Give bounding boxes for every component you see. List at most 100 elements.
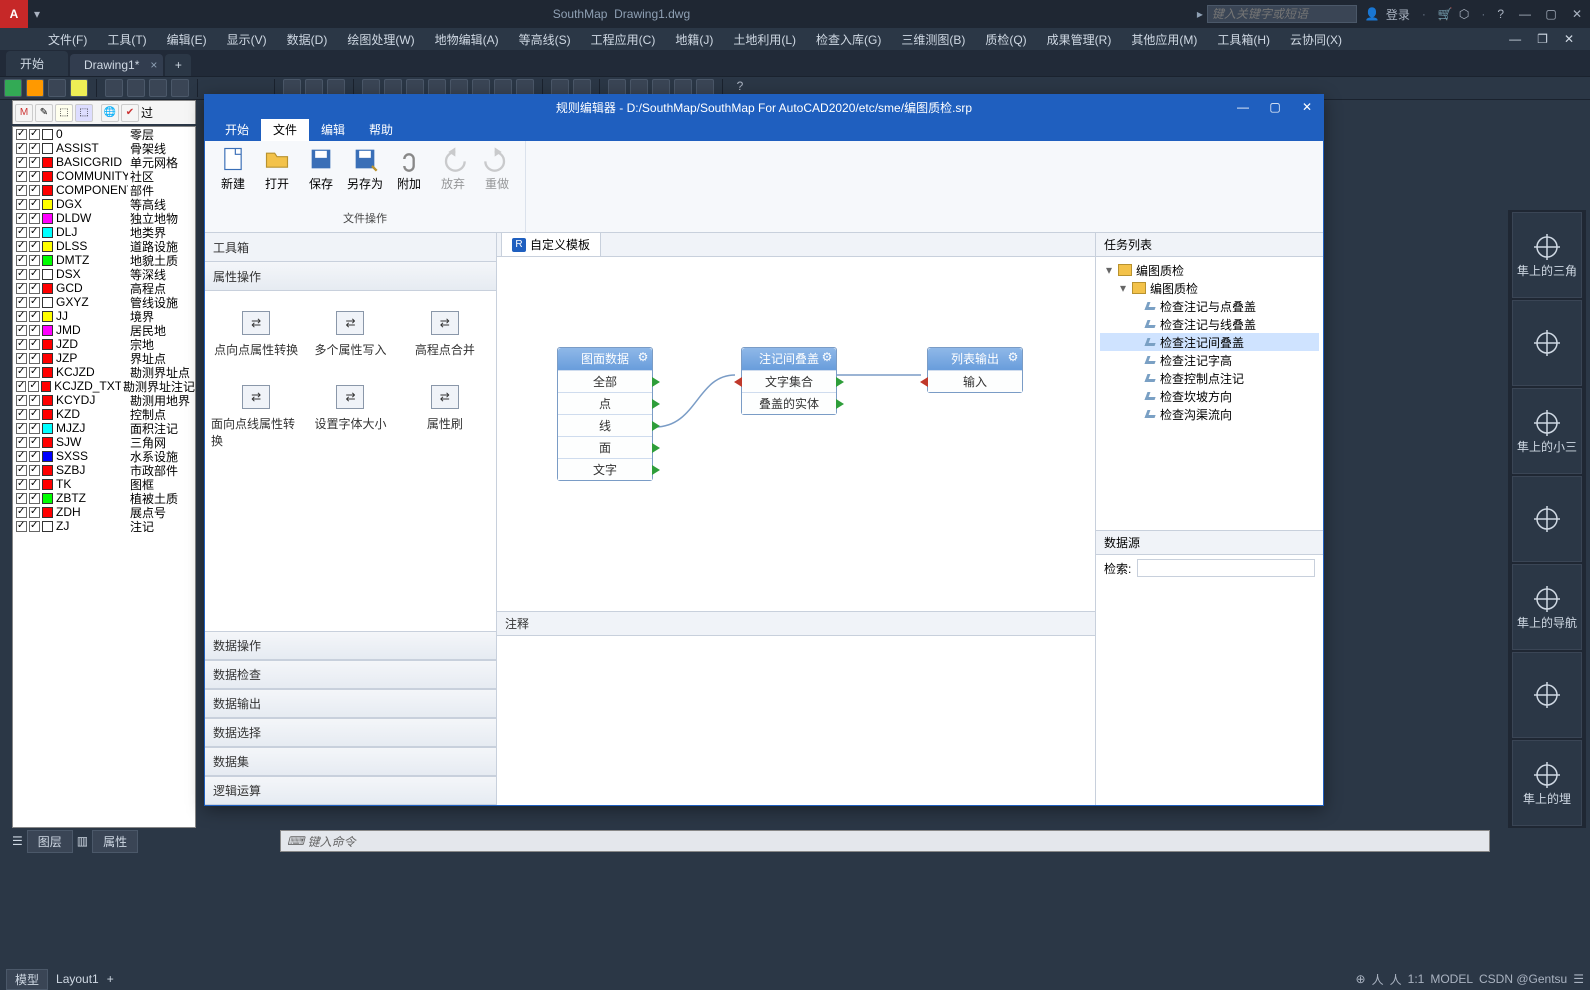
layer-visible-checkbox[interactable] xyxy=(16,241,27,252)
layer-color-swatch[interactable] xyxy=(42,521,53,532)
layer-lock-checkbox[interactable] xyxy=(29,465,40,476)
lp-icon[interactable]: ⬚ xyxy=(55,104,73,122)
new-tab-button[interactable]: + xyxy=(165,54,191,76)
file-tab[interactable]: Drawing1*× xyxy=(70,54,163,76)
tree-row[interactable]: 检查沟渠流向 xyxy=(1100,405,1319,423)
layer-row[interactable]: ZDH展点号 xyxy=(13,505,195,519)
layer-lock-checkbox[interactable] xyxy=(29,129,40,140)
datasource-search-input[interactable] xyxy=(1137,559,1315,577)
layer-visible-checkbox[interactable] xyxy=(16,213,27,224)
layer-visible-checkbox[interactable] xyxy=(16,171,27,182)
ribbon-button-新建[interactable]: 新建 xyxy=(213,145,253,192)
toolbox-accordion[interactable]: 数据集 xyxy=(205,747,496,776)
layer-lock-checkbox[interactable] xyxy=(29,493,40,504)
tree-row[interactable]: ▾编图质检 xyxy=(1100,261,1319,279)
layer-row[interactable]: DSX等深线 xyxy=(13,267,195,281)
doc-close-button[interactable]: ✕ xyxy=(1556,30,1582,48)
layer-lock-checkbox[interactable] xyxy=(29,521,40,532)
panel-tab-props[interactable]: 属性 xyxy=(92,830,138,853)
layer-color-swatch[interactable] xyxy=(42,423,53,434)
panel-tab-icon[interactable]: ☰ xyxy=(12,834,23,848)
layer-visible-checkbox[interactable] xyxy=(16,451,27,462)
menu-item[interactable]: 土地利用(L) xyxy=(725,29,804,50)
toolbox-item[interactable]: ⇄面向点线属性转换 xyxy=(211,385,301,455)
lp-icon[interactable]: 🌐 xyxy=(101,104,119,122)
layer-lock-checkbox[interactable] xyxy=(29,269,40,280)
layer-row[interactable]: BASICGRID单元网格 xyxy=(13,155,195,169)
layer-visible-checkbox[interactable] xyxy=(16,157,27,168)
layer-color-swatch[interactable] xyxy=(42,171,53,182)
tool-icon[interactable] xyxy=(105,79,123,97)
toolbox-item[interactable]: ⇄高程点合并 xyxy=(400,311,490,381)
layer-visible-checkbox[interactable] xyxy=(16,199,27,210)
layer-color-swatch[interactable] xyxy=(42,493,53,504)
side-tool-tile[interactable] xyxy=(1512,300,1582,386)
flow-canvas[interactable]: 图面数据⚙ 全部 点 线 面 文字 注记间叠盖⚙ 文字集合 叠盖的实体 列表输出… xyxy=(497,257,1095,611)
layer-visible-checkbox[interactable] xyxy=(16,465,27,476)
acad-search-input[interactable] xyxy=(1207,5,1357,23)
layer-color-swatch[interactable] xyxy=(42,353,53,364)
layer-color-swatch[interactable] xyxy=(42,451,53,462)
menu-item[interactable]: 地籍(J) xyxy=(667,29,721,50)
layer-lock-checkbox[interactable] xyxy=(29,227,40,238)
menu-item[interactable]: 成果管理(R) xyxy=(1039,29,1120,50)
tree-row[interactable]: 检查注记与线叠盖 xyxy=(1100,315,1319,333)
tree-row[interactable]: 检查坎坡方向 xyxy=(1100,387,1319,405)
toolbox-item[interactable]: ⇄点向点属性转换 xyxy=(211,311,301,381)
layer-visible-checkbox[interactable] xyxy=(16,311,27,322)
flow-node-process[interactable]: 注记间叠盖⚙ 文字集合 叠盖的实体 xyxy=(741,347,837,415)
layer-row[interactable]: DMTZ地貌土质 xyxy=(13,253,195,267)
layer-color-swatch[interactable] xyxy=(42,339,53,350)
tree-row[interactable]: 检查控制点注记 xyxy=(1100,369,1319,387)
layer-visible-checkbox[interactable] xyxy=(16,409,27,420)
dlg-maximize-button[interactable]: ▢ xyxy=(1259,95,1291,119)
dialog-titlebar[interactable]: 规则编辑器 - D:/SouthMap/SouthMap For AutoCAD… xyxy=(205,95,1323,119)
tool-icon[interactable] xyxy=(4,79,22,97)
layer-row[interactable]: JZD宗地 xyxy=(13,337,195,351)
layer-row[interactable]: SZBJ市政部件 xyxy=(13,463,195,477)
layer-lock-checkbox[interactable] xyxy=(29,353,40,364)
lp-icon[interactable]: ✎ xyxy=(35,104,53,122)
layer-lock-checkbox[interactable] xyxy=(29,437,40,448)
layer-color-swatch[interactable] xyxy=(42,227,53,238)
ribbon-button-另存为[interactable]: 另存为 xyxy=(345,145,385,192)
dlg-minimize-button[interactable]: — xyxy=(1227,95,1259,119)
layer-color-swatch[interactable] xyxy=(42,269,53,280)
layer-row[interactable]: 0零层 xyxy=(13,127,195,141)
status-item[interactable]: ☰ xyxy=(1573,972,1584,986)
close-tab-icon[interactable]: × xyxy=(150,58,157,72)
maximize-button[interactable]: ▢ xyxy=(1538,0,1564,28)
status-item[interactable]: 1:1 xyxy=(1408,972,1425,986)
task-tree[interactable]: ▾编图质检▾编图质检检查注记与点叠盖检查注记与线叠盖检查注记间叠盖检查注记字高检… xyxy=(1096,257,1323,530)
side-tool-tile[interactable] xyxy=(1512,652,1582,738)
canvas-tab[interactable]: R 自定义模板 xyxy=(501,232,601,256)
layer-color-swatch[interactable] xyxy=(42,479,53,490)
menu-item[interactable]: 文件(F) xyxy=(40,29,95,50)
layer-visible-checkbox[interactable] xyxy=(16,493,27,504)
layer-visible-checkbox[interactable] xyxy=(16,283,27,294)
layer-lock-checkbox[interactable] xyxy=(29,185,40,196)
layer-lock-checkbox[interactable] xyxy=(29,325,40,336)
command-line[interactable]: ⌨ 键入命令 xyxy=(280,830,1490,852)
layer-color-swatch[interactable] xyxy=(41,381,51,392)
layer-lock-checkbox[interactable] xyxy=(29,171,40,182)
tool-icon[interactable] xyxy=(127,79,145,97)
side-tool-tile[interactable]: 隼上的导航 xyxy=(1512,564,1582,650)
layer-visible-checkbox[interactable] xyxy=(16,353,27,364)
menu-item[interactable]: 其他应用(M) xyxy=(1123,29,1205,50)
status-item[interactable]: ⊕ xyxy=(1356,972,1366,986)
layer-color-swatch[interactable] xyxy=(42,143,53,154)
menu-item[interactable]: 三维测图(B) xyxy=(893,29,973,50)
side-tool-tile[interactable]: 隼上的埋 xyxy=(1512,740,1582,826)
menu-item[interactable]: 检查入库(G) xyxy=(808,29,889,50)
layer-color-swatch[interactable] xyxy=(42,129,53,140)
close-button[interactable]: ✕ xyxy=(1564,0,1590,28)
layer-visible-checkbox[interactable] xyxy=(16,507,27,518)
side-tool-tile[interactable] xyxy=(1512,476,1582,562)
menu-item[interactable]: 工具箱(H) xyxy=(1209,29,1278,50)
side-tool-tile[interactable]: 隼上的三角 xyxy=(1512,212,1582,298)
layer-visible-checkbox[interactable] xyxy=(16,339,27,350)
toolbox-section-header[interactable]: 属性操作 xyxy=(205,262,496,291)
layer-visible-checkbox[interactable] xyxy=(16,367,27,378)
layer-visible-checkbox[interactable] xyxy=(16,437,27,448)
